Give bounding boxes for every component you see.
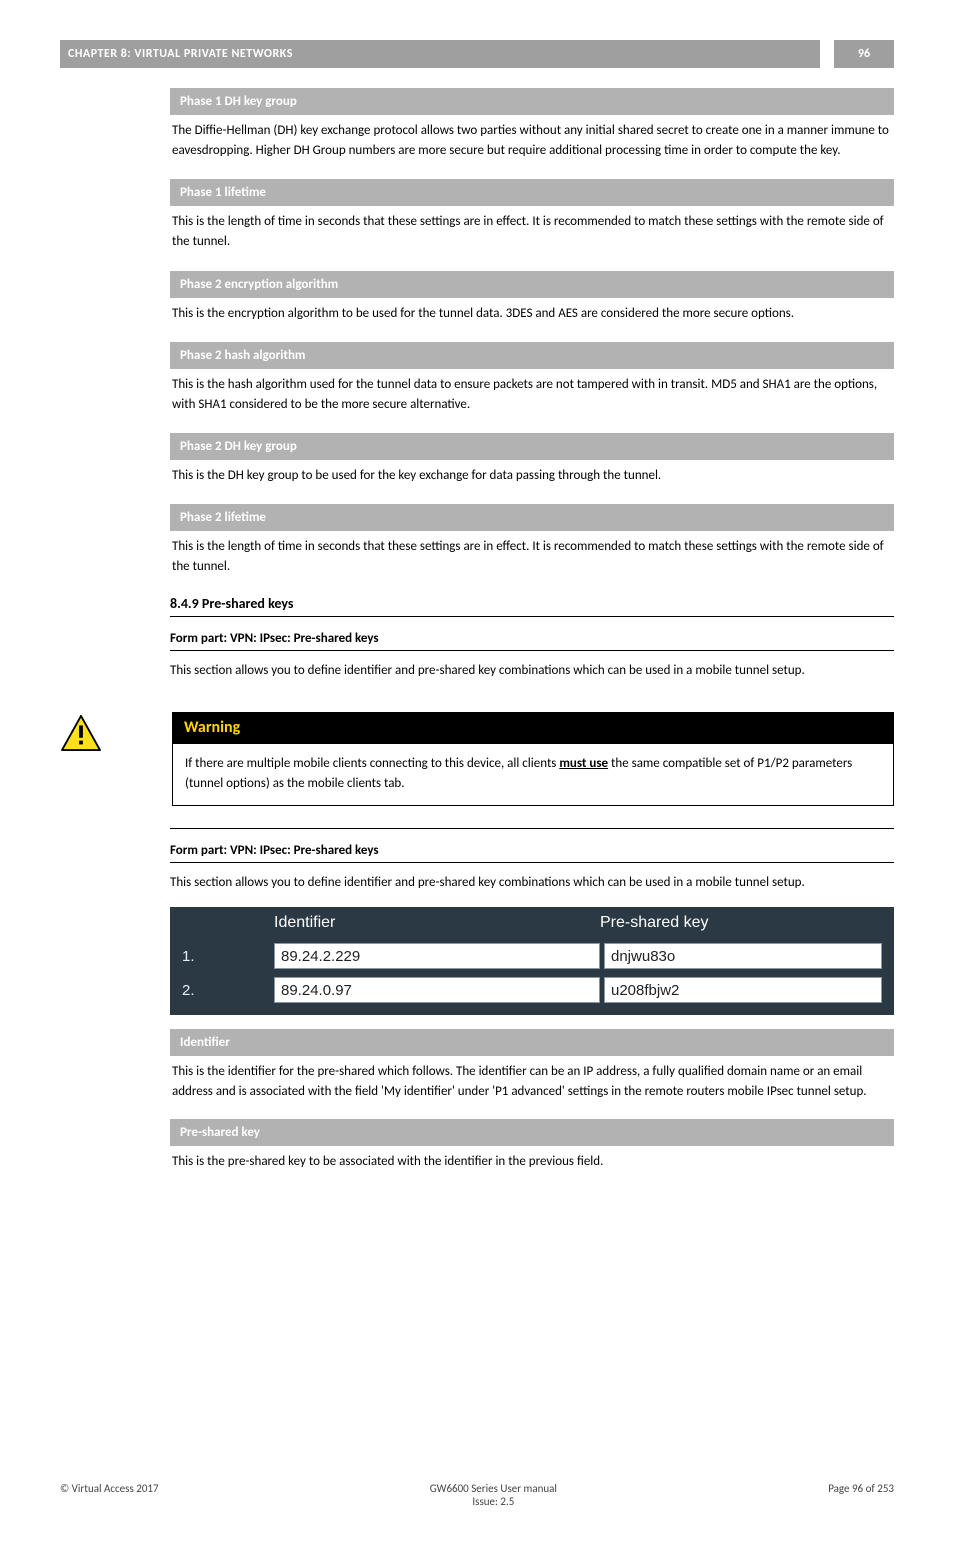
psk-row: 2. xyxy=(170,973,894,1007)
caption-identifier-body: This is the identifier for the pre-share… xyxy=(170,1056,894,1104)
caption-key-body: This is the pre-shared key to be associa… xyxy=(170,1146,894,1174)
param-phase2-lifetime: Phase 2 lifetime This is the length of t… xyxy=(170,504,894,579)
param-head: Phase 2 lifetime xyxy=(170,504,894,531)
caption-identifier-head: Identifier xyxy=(170,1029,894,1056)
page-footer: © Virtual Access 2017 GW6600 Series User… xyxy=(60,1474,894,1508)
psk-row-number: 1. xyxy=(182,948,274,965)
psk-screenshot: Identifier Pre-shared key 1. 2. xyxy=(170,907,894,1015)
param-body: The Diffie-Hellman (DH) key exchange pro… xyxy=(170,115,894,163)
header-page-number: 96 xyxy=(834,40,894,68)
param-phase2-hash: Phase 2 hash algorithm This is the hash … xyxy=(170,342,894,417)
section-rule xyxy=(170,862,894,863)
section-rule xyxy=(170,828,894,829)
param-body: This is the encryption algorithm to be u… xyxy=(170,298,894,326)
param-body: This is the DH key group to be used for … xyxy=(170,460,894,488)
psk-row-number: 2. xyxy=(182,982,274,999)
section-subtitle-repeat: Form part: VPN: IPsec: Pre-shared keys xyxy=(170,843,894,858)
psk-col-identifier: Identifier xyxy=(274,914,600,932)
psk-key-input[interactable] xyxy=(604,943,882,969)
param-phase2-dh: Phase 2 DH key group This is the DH key … xyxy=(170,433,894,488)
psk-identifier-input[interactable] xyxy=(274,943,600,969)
section-rule xyxy=(170,650,894,651)
param-body: This is the hash algorithm used for the … xyxy=(170,369,894,417)
warning-head: Warning xyxy=(172,712,894,743)
warning-text-underline: must use xyxy=(559,756,608,771)
param-head: Phase 2 DH key group xyxy=(170,433,894,460)
psk-row: 1. xyxy=(170,939,894,973)
footer-center: GW6600 Series User manual Issue: 2.5 xyxy=(430,1482,557,1508)
section-intro: This section allows you to define identi… xyxy=(170,661,894,681)
psk-identifier-input[interactable] xyxy=(274,977,600,1003)
param-head: Phase 1 lifetime xyxy=(170,179,894,206)
param-phase1-lifetime: Phase 1 lifetime This is the length of t… xyxy=(170,179,894,254)
section-rule xyxy=(170,616,894,617)
param-body: This is the length of time in seconds th… xyxy=(170,531,894,579)
main-content: Phase 1 DH key group The Diffie-Hellman … xyxy=(170,88,894,682)
param-phase1-dh: Phase 1 DH key group The Diffie-Hellman … xyxy=(170,88,894,163)
warning-text-prefix: If there are multiple mobile clients con… xyxy=(185,756,559,771)
warning-content: Warning If there are multiple mobile cli… xyxy=(172,712,894,807)
psk-section: Form part: VPN: IPsec: Pre-shared keys T… xyxy=(170,828,894,1174)
warning-icon xyxy=(60,714,102,752)
warning-body: If there are multiple mobile clients con… xyxy=(172,743,894,807)
warning-block: Warning If there are multiple mobile cli… xyxy=(60,712,894,807)
psk-key-input[interactable] xyxy=(604,977,882,1003)
header-gap xyxy=(820,40,834,68)
param-head: Phase 1 DH key group xyxy=(170,88,894,115)
footer-left: © Virtual Access 2017 xyxy=(60,1482,159,1508)
param-head: Phase 2 hash algorithm xyxy=(170,342,894,369)
param-body: This is the length of time in seconds th… xyxy=(170,206,894,254)
caption-key-head: Pre-shared key xyxy=(170,1119,894,1146)
footer-right: Page 96 of 253 xyxy=(828,1482,894,1508)
section-intro-repeat: This section allows you to define identi… xyxy=(170,873,894,893)
section-subtitle: Form part: VPN: IPsec: Pre-shared keys xyxy=(170,631,894,646)
param-head: Phase 2 encryption algorithm xyxy=(170,271,894,298)
section-title-849: 8.4.9 Pre-shared keys xyxy=(170,595,894,612)
page-header: CHAPTER 8: VIRTUAL PRIVATE NETWORKS 96 xyxy=(60,40,894,68)
param-phase2-enc: Phase 2 encryption algorithm This is the… xyxy=(170,271,894,326)
psk-table-header: Identifier Pre-shared key xyxy=(170,907,894,939)
psk-col-key: Pre-shared key xyxy=(600,914,882,932)
header-title: CHAPTER 8: VIRTUAL PRIVATE NETWORKS xyxy=(60,40,820,68)
